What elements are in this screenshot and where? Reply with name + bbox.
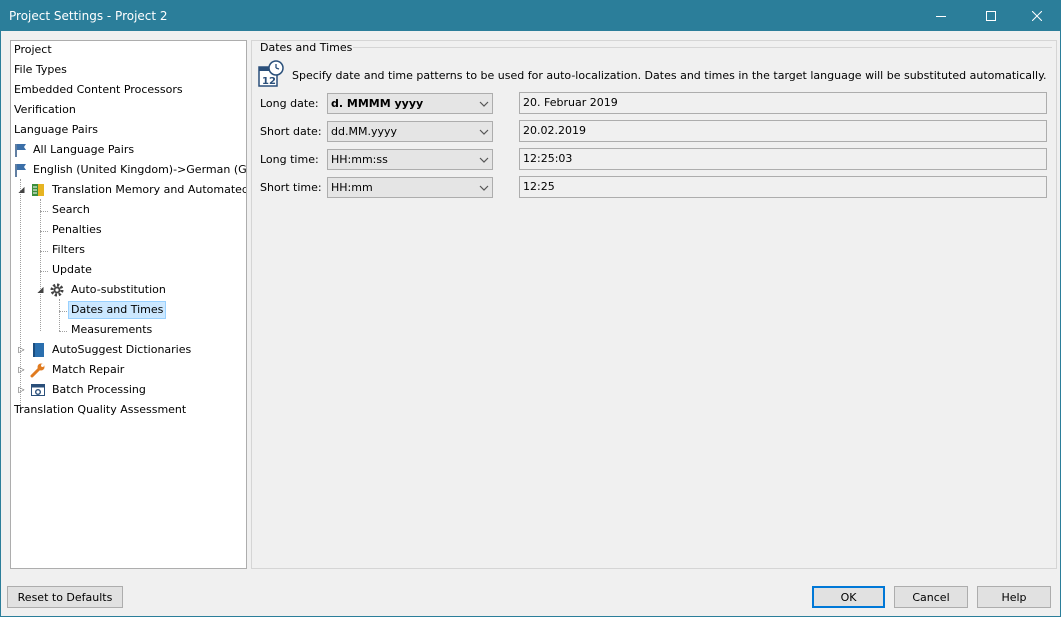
- collapse-arrow-icon[interactable]: ◢: [17, 185, 26, 194]
- tree-item-batch-processing[interactable]: ▷ Batch Processing: [14, 380, 244, 400]
- tree-item-project[interactable]: Project: [14, 41, 244, 60]
- expand-arrow-icon[interactable]: ▷: [17, 345, 26, 354]
- long-time-pattern-select[interactable]: HH:mm:ss: [327, 149, 493, 170]
- tree-item-update[interactable]: Update: [52, 260, 242, 280]
- book-icon: [33, 343, 44, 357]
- window-title: Project Settings - Project 2: [9, 9, 168, 23]
- short-date-sample: 20.02.2019: [519, 120, 1047, 142]
- tree-item-translation-memory[interactable]: ◢ Translation Memory and Automated Tr: [14, 180, 246, 200]
- settings-tree[interactable]: Project File Types Embedded Content Proc…: [10, 40, 247, 569]
- chevron-down-icon: [479, 185, 489, 191]
- tree-item-search[interactable]: Search: [52, 200, 242, 220]
- long-date-label: Long date:: [260, 97, 319, 110]
- chevron-down-icon: [479, 129, 489, 135]
- tree-item-all-language-pairs[interactable]: All Language Pairs: [14, 140, 244, 160]
- svg-text:12: 12: [262, 76, 276, 87]
- collapse-arrow-icon[interactable]: ◢: [36, 285, 45, 294]
- tree-item-dates-and-times[interactable]: Dates and Times: [68, 300, 241, 320]
- flag-icon: [15, 144, 26, 157]
- maximize-button[interactable]: [968, 1, 1014, 31]
- long-time-label: Long time:: [260, 153, 319, 166]
- tree-item-measurements[interactable]: Measurements: [71, 320, 241, 340]
- panel-description: Specify date and time patterns to be use…: [292, 69, 1047, 82]
- tree-item-autosuggest-dictionaries[interactable]: ▷ AutoSuggest Dictionaries: [14, 340, 244, 360]
- short-date-label: Short date:: [260, 125, 322, 138]
- short-date-pattern-select[interactable]: dd.MM.yyyy: [327, 121, 493, 142]
- close-button[interactable]: [1014, 1, 1060, 31]
- expand-arrow-icon[interactable]: ▷: [17, 385, 26, 394]
- long-date-sample: 20. Februar 2019: [519, 92, 1047, 114]
- ok-button[interactable]: OK: [812, 586, 885, 608]
- reset-to-defaults-button[interactable]: Reset to Defaults: [7, 586, 123, 608]
- tree-item-verification[interactable]: Verification: [14, 100, 244, 120]
- flag-icon: [15, 164, 26, 177]
- long-time-sample: 12:25:03: [519, 148, 1047, 170]
- tree-item-filters[interactable]: Filters: [52, 240, 242, 260]
- minimize-button[interactable]: [918, 1, 964, 31]
- chevron-down-icon: [479, 157, 489, 163]
- tree-item-penalties[interactable]: Penalties: [52, 220, 242, 240]
- minimize-icon: [936, 16, 946, 17]
- long-date-pattern-select[interactable]: d. MMMM yyyy: [327, 93, 493, 114]
- short-time-sample: 12:25: [519, 176, 1047, 198]
- tree-item-english-german[interactable]: English (United Kingdom)->German (Ger: [14, 160, 246, 180]
- close-icon: [1032, 11, 1042, 21]
- tree-item-language-pairs[interactable]: Language Pairs: [14, 120, 244, 140]
- translation-memory-icon: [32, 184, 44, 196]
- tree-item-file-types[interactable]: File Types: [14, 60, 244, 80]
- calendar-clock-icon: 12: [258, 60, 284, 87]
- panel-title: Dates and Times: [259, 41, 354, 54]
- wrench-icon: [30, 363, 45, 378]
- panel-divider: [341, 47, 1052, 48]
- help-button[interactable]: Help: [977, 586, 1051, 608]
- short-time-pattern-select[interactable]: HH:mm: [327, 177, 493, 198]
- title-bar: Project Settings - Project 2: [1, 1, 1060, 31]
- short-time-label: Short time:: [260, 181, 322, 194]
- batch-icon: [31, 384, 45, 396]
- tree-item-embedded-content-processors[interactable]: Embedded Content Processors: [14, 80, 244, 100]
- tree-item-auto-substitution[interactable]: ◢ Auto-substitution: [33, 280, 243, 300]
- gear-icon: [50, 283, 64, 297]
- tree-item-match-repair[interactable]: ▷ Match Repair: [14, 360, 244, 380]
- cancel-button[interactable]: Cancel: [894, 586, 968, 608]
- tree-item-translation-quality-assessment[interactable]: Translation Quality Assessment: [14, 400, 244, 420]
- chevron-down-icon: [479, 101, 489, 107]
- maximize-icon: [986, 11, 996, 21]
- project-settings-window: Project Settings - Project 2 Project Fil…: [0, 0, 1061, 617]
- expand-arrow-icon[interactable]: ▷: [17, 365, 26, 374]
